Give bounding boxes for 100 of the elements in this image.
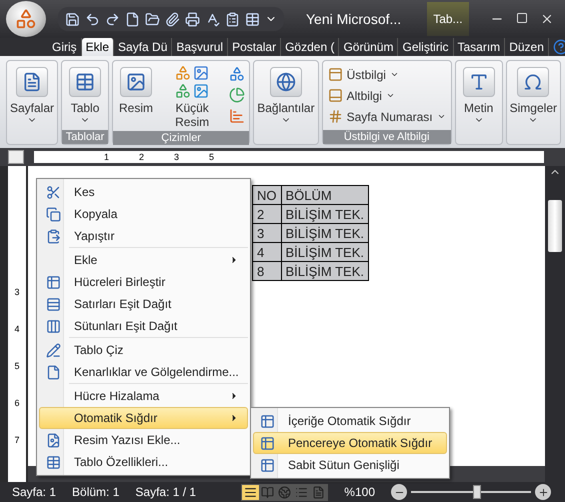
menu-item[interactable]: Kenarlıklar ve Gölgelendirme... [39,361,248,383]
menu-item[interactable]: İçeriğe Otomatik Sığdır [253,410,447,432]
ribbon-button[interactable]: Küçük Resim [160,63,224,129]
scroll-thumb[interactable] [548,200,562,252]
menu-item[interactable]: Satırları Eşit Dağıt [39,293,248,315]
picture-icon [126,72,146,92]
table-cell: 3 [252,224,281,242]
table-button[interactable] [244,10,261,28]
ruler-number: 7 [14,435,20,445]
save-button[interactable] [64,10,81,28]
ribbon-button[interactable]: Altbilgi [326,86,448,105]
folder-icon [145,12,160,26]
status-text: Sayfa: 1 [12,485,56,499]
ruler-number: 3 [14,287,20,297]
menu-item[interactable]: Sütunları Eşit Dağıt [39,315,248,337]
table-cell: BİLİŞİM TEK. [281,242,369,262]
page-icon [22,72,42,92]
menu-item[interactable]: Resim Yazısı Ekle... [39,429,248,451]
menu-item[interactable]: Tablo Özellikleri... [39,451,248,473]
chart-button[interactable] [228,107,246,125]
table-cell: 8 [252,262,281,280]
caption-icon [46,432,60,448]
group-label: Tablolar [62,130,108,144]
zoom-in-button[interactable] [535,484,551,500]
group-label: Üstbilgi ve Altbilgi [322,130,451,144]
printer-icon [185,12,200,26]
scissors-icon [46,184,60,200]
text-icon [468,72,489,92]
paperclip-icon [165,12,180,26]
table-icon [46,274,60,290]
table-cell: 4 [252,242,281,262]
menu-item[interactable]: Ekle [39,249,248,271]
caret-icon [386,91,395,100]
ribbon-button[interactable]: Sayfa Numarası [326,107,448,126]
undo-icon [85,12,100,26]
menu-item[interactable]: Hücreleri Birleştir [39,271,248,293]
view-button[interactable] [242,484,260,500]
page-number-icon [328,109,343,124]
slider-thumb[interactable] [473,485,481,499]
status-text: Bölüm: 1 [72,485,120,499]
maximize-icon [516,12,528,24]
header-icon [328,67,343,82]
menu-item[interactable]: Otomatik Sığdır [39,407,248,429]
ribbon-button[interactable]: Sayfalar [10,63,54,125]
window-title: Yeni Microsof... [306,11,402,27]
ribbon-button[interactable]: Resim [116,63,156,115]
menu-item[interactable]: Kes [39,181,248,203]
table-icon [75,72,96,92]
ribbon-button[interactable]: Simgeler [510,63,557,125]
menu-item[interactable]: Sabit Sütun Genişliği [253,454,447,476]
ribbon-button[interactable]: Metin [458,63,499,125]
printer-button[interactable] [184,10,201,28]
clipboard-icon [225,12,240,26]
paperclip-button[interactable] [164,10,181,28]
context-tab[interactable]: Tab... [427,2,469,36]
menu-item[interactable]: Kopyala [39,203,248,225]
rows-icon [46,296,60,312]
menu-item[interactable]: Yapıştır [39,225,248,247]
shapes-icon [15,8,37,30]
table-header: BÖLÜM [281,186,369,204]
picture-icon [193,83,210,99]
ribbon-button[interactable]: Üstbilgi [326,65,448,84]
page-icon [46,364,60,380]
ruler-number: 3 [174,152,180,162]
menu-item[interactable]: Hücre Hizalama [39,385,248,407]
table-cell: BİLİŞİM TEK. [281,204,369,224]
zoom-out-button[interactable] [391,484,407,500]
clipboard-button[interactable] [224,10,241,28]
save-icon [65,12,80,26]
shapes-icon [175,83,192,99]
table-header: NO [252,186,281,204]
new-document-icon [125,12,140,26]
ruler-number: 6 [14,398,20,408]
globe-icon [276,72,296,92]
table-icon [260,436,274,450]
folder-button[interactable] [144,10,161,28]
new-document-button[interactable] [124,10,141,28]
caret-icon [390,70,399,79]
paste-icon [46,228,60,244]
picture-icon [193,65,210,81]
office-button[interactable] [6,1,46,37]
menu-item[interactable]: Pencereye Otomatik Sığdır [253,432,447,454]
menu-item[interactable]: Tablo Çiz [39,339,248,361]
ribbon-tab[interactable]: Ekle [82,38,114,56]
ribbon-button[interactable]: Tablo [65,63,106,125]
table-icon [260,458,274,472]
ruler-number: 4 [14,324,20,334]
ribbon-button[interactable]: Bağlantılar [257,63,315,125]
table-icon [46,454,60,470]
shapes-button[interactable] [228,65,246,83]
zoom-level: %100 [344,485,375,499]
table-cell: 2 [252,204,281,224]
table-icon [245,12,260,26]
group-label: Çizimler [113,131,250,145]
status-text: Sayfa: 1 / 1 [135,485,196,499]
columns-icon [46,318,60,334]
plus-icon [538,486,548,498]
redo-icon [105,12,120,26]
omega-icon [523,72,544,92]
table-cell: BİLİŞİM TEK. [281,224,369,242]
